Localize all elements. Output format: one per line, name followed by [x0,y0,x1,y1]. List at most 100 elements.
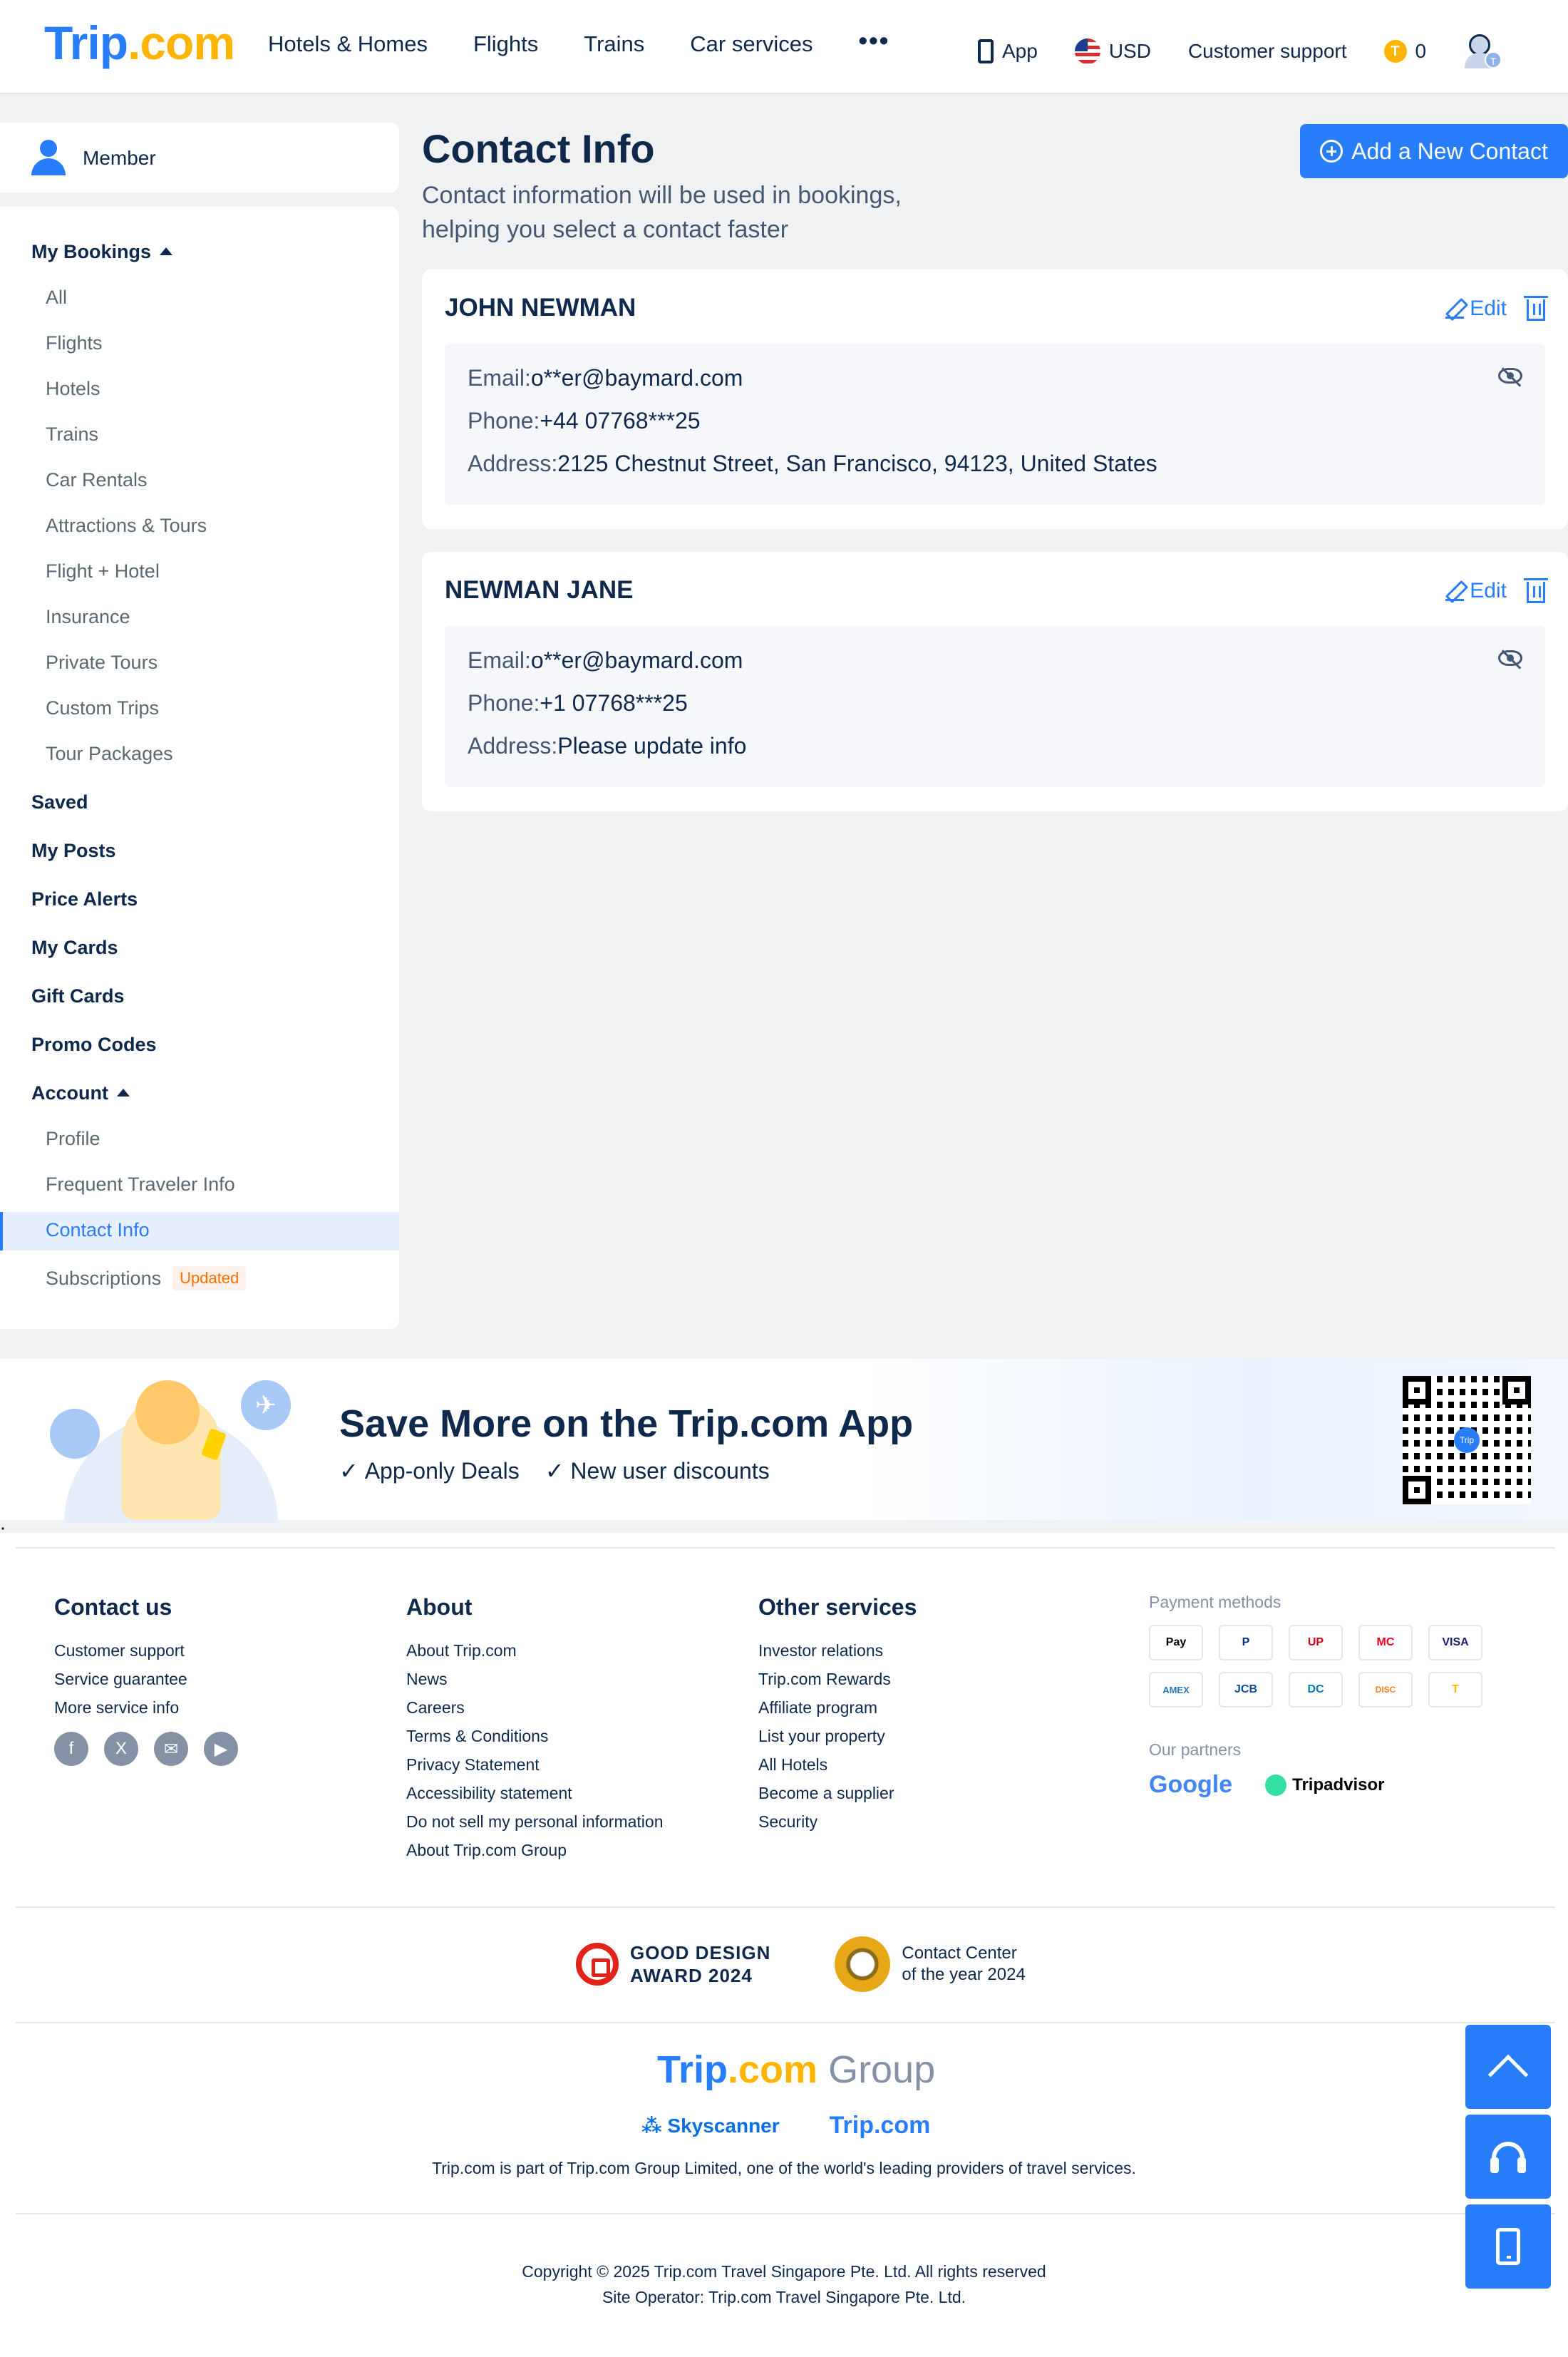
nav-flights[interactable]: Flights [473,31,538,57]
trash-icon[interactable] [1524,578,1548,603]
phone-icon [978,39,994,63]
avatar[interactable]: T [1463,31,1503,71]
footer-contact-column: Contact us Customer support Service guar… [54,1594,238,1766]
sidebar-item-insurance[interactable]: Insurance [46,606,130,628]
wechat-icon[interactable]: ✉ [154,1732,188,1766]
contact-address: Address:Please update info [468,733,747,759]
sidebar-item-price-alerts[interactable]: Price Alerts [31,888,138,910]
sidebar-item-private-tours[interactable]: Private Tours [46,652,158,674]
app-download-button[interactable] [1465,2204,1551,2289]
sidebar-item-gift-cards[interactable]: Gift Cards [31,985,125,1007]
sidebar-item-custom-trips[interactable]: Custom Trips [46,697,159,719]
paypal-icon: P [1219,1625,1273,1660]
eye-off-icon[interactable] [1498,650,1522,666]
footer-link[interactable]: More service info [54,1693,238,1722]
contact-name: JOHN NEWMAN [445,294,636,322]
footer-link[interactable]: Affiliate program [758,1693,917,1722]
qr-logo: Trip [1454,1427,1480,1453]
footer-other-column: Other services Investor relations Trip.c… [758,1594,917,1836]
footer-link[interactable]: Careers [406,1693,664,1722]
group-description: Trip.com is part of Trip.com Group Limit… [432,2159,1136,2177]
sidebar-item-my-posts[interactable]: My Posts [31,840,116,862]
facebook-icon[interactable]: f [54,1732,88,1766]
amex-icon: AMEX [1149,1672,1203,1708]
sidebar-item-promo-codes[interactable]: Promo Codes [31,1034,157,1056]
diners-icon: DC [1289,1672,1343,1708]
sidebar-item-attractions[interactable]: Attractions & Tours [46,515,207,537]
contact-phone: Phone:+1 07768***25 [468,690,688,716]
coin-count: 0 [1415,40,1427,62]
banner-title: Save More on the Trip.com App [339,1402,914,1445]
footer-link[interactable]: Trip.com Rewards [758,1665,917,1693]
back-to-top-button[interactable] [1465,2025,1551,2109]
customer-support-link[interactable]: Customer support [1188,40,1347,63]
site-logo[interactable]: Trip.com [44,16,235,70]
footer-link[interactable]: All Hotels [758,1750,917,1779]
trash-icon[interactable] [1524,296,1548,321]
sidebar-item-flight-hotel[interactable]: Flight + Hotel [46,560,160,582]
contact-phone: Phone:+44 07768***25 [468,408,701,433]
footer-link[interactable]: List your property [758,1722,917,1750]
edit-button[interactable]: Edit [1445,297,1507,321]
trip-group-logo[interactable]: Trip.com Group [657,2048,935,2092]
feature-app-deals: App-only Deals [339,1457,520,1484]
footer-link[interactable]: Privacy Statement [406,1750,664,1779]
eye-off-icon[interactable] [1498,368,1522,384]
footer-link[interactable]: Terms & Conditions [406,1722,664,1750]
sidebar-item-car-rentals[interactable]: Car Rentals [46,469,148,491]
contact-card: JOHN NEWMAN Edit Email:o**er@baymard.com… [422,269,1568,529]
mastercard-icon: MC [1358,1625,1413,1660]
social-links: f X ✉ ▶ [54,1732,238,1766]
sidebar-item-flights[interactable]: Flights [46,332,103,354]
plus-circle-icon [1320,140,1343,163]
add-contact-button[interactable]: Add a New Contact [1300,124,1568,178]
banner-features: App-only Deals New user discounts [339,1457,770,1484]
footer-link[interactable]: About Trip.com [406,1636,664,1665]
customer-service-button[interactable] [1465,2115,1551,2199]
contact-card: NEWMAN JANE Edit Email:o**er@baymard.com… [422,552,1568,811]
unionpay-icon: UP [1289,1625,1343,1660]
footer-link[interactable]: Investor relations [758,1636,917,1665]
nav-car-services[interactable]: Car services [690,31,813,57]
skyscanner-logo[interactable]: ⁂ Skyscanner [641,2114,780,2137]
trip-coins[interactable]: T0 [1383,40,1427,63]
footer-link[interactable]: Do not sell my personal information [406,1807,664,1836]
youtube-icon[interactable]: ▶ [204,1732,238,1766]
footer-link[interactable]: Security [758,1807,917,1836]
sidebar-item-account[interactable]: Account [31,1082,130,1104]
more-menu-icon[interactable]: ••• [859,26,890,57]
pencil-icon [1445,299,1465,319]
payment-methods-label: Payment methods [1149,1593,1281,1611]
currency-selector[interactable]: USD [1074,38,1151,64]
sidebar-item-frequent-traveler[interactable]: Frequent Traveler Info [46,1174,235,1196]
footer-link[interactable]: About Trip.com Group [406,1836,664,1864]
jcb-icon: JCB [1219,1672,1273,1708]
sidebar-item-saved[interactable]: Saved [31,791,88,813]
contact-details: Email:o**er@baymard.com Phone:+44 07768*… [445,344,1545,505]
mobile-icon [1496,2228,1520,2265]
member-card[interactable]: Member [0,123,399,192]
sidebar-item-my-bookings[interactable]: My Bookings [31,241,173,263]
sidebar-item-hotels[interactable]: Hotels [46,378,100,400]
x-icon[interactable]: X [104,1732,138,1766]
footer-divider [16,1906,1555,1908]
sidebar-item-profile[interactable]: Profile [46,1128,100,1150]
footer-link[interactable]: Customer support [54,1636,238,1665]
sidebar-item-all[interactable]: All [46,287,67,309]
app-link[interactable]: App [978,39,1038,63]
edit-button[interactable]: Edit [1445,579,1507,603]
sidebar-item-subscriptions[interactable]: Subscriptions Updated [46,1266,247,1290]
footer-link[interactable]: Accessibility statement [406,1779,664,1807]
account-sidebar [0,207,399,1329]
tripcom-logo[interactable]: Trip.com [830,2112,931,2140]
sidebar-item-contact-info[interactable]: Contact Info [46,1219,150,1241]
sidebar-item-my-cards[interactable]: My Cards [31,937,118,959]
footer-link[interactable]: Become a supplier [758,1779,917,1807]
nav-trains[interactable]: Trains [584,31,644,57]
headset-icon [1490,2142,1526,2173]
footer-link[interactable]: News [406,1665,664,1693]
sidebar-item-trains[interactable]: Trains [46,423,98,446]
footer-link[interactable]: Service guarantee [54,1665,238,1693]
nav-hotels[interactable]: Hotels & Homes [268,31,428,57]
sidebar-item-tour-packages[interactable]: Tour Packages [46,743,173,765]
